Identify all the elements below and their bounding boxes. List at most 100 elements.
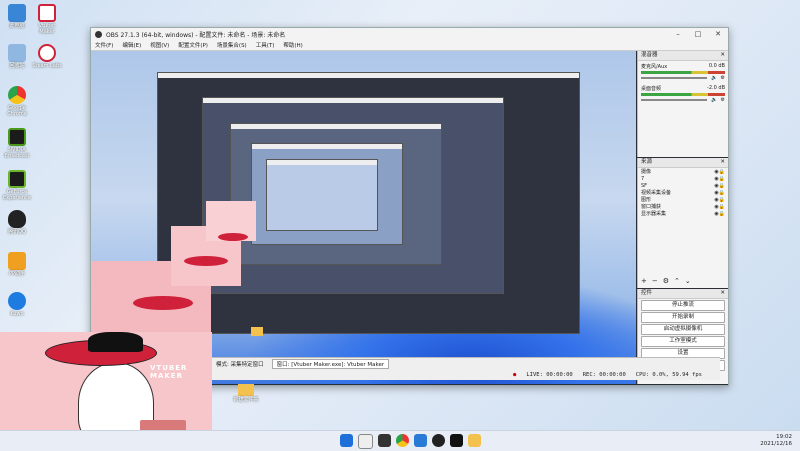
add-icon[interactable]: +: [641, 277, 647, 285]
desktop-folder[interactable]: 新建文件夹: [226, 384, 266, 403]
gear-icon[interactable]: ⚙: [721, 97, 725, 103]
mixer-channel-mic: 麦克风/Aux 0.0 dB 🔈 ⚙: [638, 61, 728, 83]
mode-label: 模式: 采集特定窗口: [216, 361, 264, 368]
source-item[interactable]: 显示器采集 ◉🔒: [638, 210, 728, 218]
source-item[interactable]: SF ◉🔒: [638, 182, 728, 189]
menu-file[interactable]: 文件(F): [95, 41, 113, 49]
window-select[interactable]: 窗口: [Vtuber Maker.exe]: Vtuber Maker: [271, 358, 390, 369]
eye-icon[interactable]: ◉🔒: [714, 204, 725, 210]
hat-shape: [133, 296, 193, 310]
source-item[interactable]: 摄像 ◉🔒: [638, 168, 728, 176]
gear-icon[interactable]: ⚙: [663, 277, 669, 285]
task-view-icon[interactable]: [378, 434, 391, 447]
menu-help[interactable]: 帮助(H): [283, 41, 302, 49]
live-indicator-icon: ●: [513, 371, 517, 378]
start-icon[interactable]: [340, 434, 353, 447]
source-item[interactable]: 窗口捕获 ◉🔒: [638, 203, 728, 211]
source-item[interactable]: 视频采集设备 ◉🔒: [638, 189, 728, 197]
desktop-icon-recycle-bin[interactable]: 回收站: [2, 44, 32, 69]
taskbar: 19:02 2021/12/16: [0, 430, 800, 451]
desktop-icon-nvidia-broadcast[interactable]: NVIDIA Broadcast: [2, 128, 32, 159]
eye-icon[interactable]: ◉🔒: [714, 183, 725, 189]
dock-close-icon[interactable]: ✕: [720, 51, 728, 60]
live-time: LIVE: 00:00:00: [526, 371, 573, 378]
computer-icon: [8, 4, 26, 22]
sources-toolbar: + − ⚙ ⌃ ⌄: [641, 277, 691, 285]
desktop-icon-kuwo[interactable]: Kuwo: [2, 292, 32, 317]
mixer-title: 混音器: [641, 52, 658, 58]
studio-mode-button[interactable]: 工作室模式: [641, 336, 725, 347]
minimize-icon[interactable]: –: [668, 30, 688, 38]
source-item[interactable]: 图形 ◉🔒: [638, 196, 728, 204]
volume-meter: [641, 93, 725, 96]
volume-slider[interactable]: [641, 77, 708, 79]
close-icon[interactable]: ✕: [708, 30, 728, 38]
eye-icon[interactable]: ◉🔒: [714, 190, 725, 196]
qq-icon[interactable]: [450, 434, 463, 447]
volume-slider[interactable]: [641, 99, 708, 101]
clock[interactable]: 19:02 2021/12/16: [760, 434, 792, 448]
mixer-channel-desktop: 桌面音频 -2.0 dB 🔈 ⚙: [638, 83, 728, 105]
dock-close-icon[interactable]: ✕: [720, 289, 728, 298]
hat-shape-2: [184, 256, 228, 266]
menu-tools[interactable]: 工具(T): [256, 41, 275, 49]
obs-titlebar[interactable]: OBS 27.1.3 (64-bit, windows) - 配置文件: 未命名…: [91, 28, 728, 40]
eye-icon[interactable]: ◉🔒: [714, 211, 725, 217]
chrome-icon[interactable]: [396, 434, 409, 447]
start-recording-button[interactable]: 开始录制: [641, 312, 725, 323]
cpu-status: CPU: 0.0%, 59.94 fps: [635, 371, 702, 378]
stop-streaming-button[interactable]: 停止推流: [641, 300, 725, 311]
move-up-icon[interactable]: ⌃: [674, 277, 680, 285]
desktop-icon-steam-labs[interactable]: Steam Labs: [32, 44, 62, 69]
folder-icon: [238, 384, 254, 396]
mixer-channel-name: 麦克风/Aux: [641, 64, 668, 70]
taskbar-apps: [340, 434, 481, 449]
menu-scene-collection[interactable]: 场景集合(S): [217, 41, 247, 49]
menu-edit[interactable]: 编辑(E): [122, 41, 141, 49]
desktop-icon-chrome[interactable]: Google Chrome: [2, 86, 32, 117]
controls-title: 控件: [641, 290, 653, 296]
sources-dock: 来源 ✕ 摄像 ◉🔒 7 ◉🔒 SF ◉🔒 视频采集设备 ◉🔒 图形 ◉🔒 窗口捕获 ◉🔒 显…: [637, 158, 728, 288]
source-item[interactable]: 7 ◉🔒: [638, 175, 728, 182]
eye-icon[interactable]: ◉🔒: [714, 176, 725, 182]
mixer-channel-db: 0.0 dB: [708, 63, 725, 69]
chrome-icon: [8, 86, 26, 104]
obs-menubar: 文件(F) 编辑(E) 视图(V) 配置文件(P) 场景集合(S) 工具(T) …: [91, 40, 728, 51]
nested-obs-5: [266, 159, 378, 231]
search-icon[interactable]: [358, 434, 373, 449]
edge-icon[interactable]: [414, 434, 427, 447]
gear-icon[interactable]: ⚙: [721, 75, 725, 81]
maximize-icon[interactable]: □: [688, 30, 708, 38]
rec-time: REC: 00:00:00: [582, 371, 626, 378]
speaker-icon[interactable]: 🔈: [711, 75, 717, 81]
desktop-icon-computer[interactable]: 此电脑: [2, 4, 32, 29]
file-explorer-icon[interactable]: [468, 434, 481, 447]
hat-crown: [88, 332, 143, 352]
desktop-icon-vtuber[interactable]: Vtuber Maker: [32, 4, 62, 35]
eye-icon[interactable]: ◉🔒: [714, 169, 725, 175]
clock-date: 2021/12/16: [760, 441, 792, 447]
pp-icon: [8, 252, 26, 270]
nvidia-broadcast-icon: [8, 128, 26, 146]
remove-icon[interactable]: −: [652, 277, 658, 285]
cam-brand-text: VTUBER MAKER: [150, 364, 188, 380]
desktop-icon-qq[interactable]: 腾讯QQ: [2, 210, 32, 235]
obs-app-icon: [95, 30, 102, 38]
kuwo-icon: [8, 292, 26, 310]
menu-profile[interactable]: 配置文件(P): [178, 41, 208, 49]
obs-title: OBS 27.1.3 (64-bit, windows) - 配置文件: 未命名…: [106, 31, 286, 39]
menu-view[interactable]: 视图(V): [150, 41, 169, 49]
eye-icon[interactable]: ◉🔒: [714, 197, 725, 203]
obs-icon[interactable]: [432, 434, 445, 447]
start-virtual-camera-button[interactable]: 启动虚拟摄像机: [641, 324, 725, 335]
desktop-icon-pp[interactable]: PP助手: [2, 252, 32, 277]
move-down-icon[interactable]: ⌄: [685, 277, 691, 285]
sources-title: 来源: [641, 159, 653, 165]
hat-shape-3: [218, 233, 248, 241]
speaker-icon[interactable]: 🔈: [711, 97, 717, 103]
dock-close-icon[interactable]: ✕: [720, 158, 728, 167]
mixer-dock: 混音器 ✕ 麦克风/Aux 0.0 dB 🔈 ⚙ 桌面音频 -2.0 dB 🔈 ⚙: [637, 51, 728, 157]
volume-meter: [641, 71, 725, 74]
desktop-icon-geforce[interactable]: GeForce Experience: [2, 170, 32, 201]
recycle-bin-icon: [8, 44, 26, 62]
